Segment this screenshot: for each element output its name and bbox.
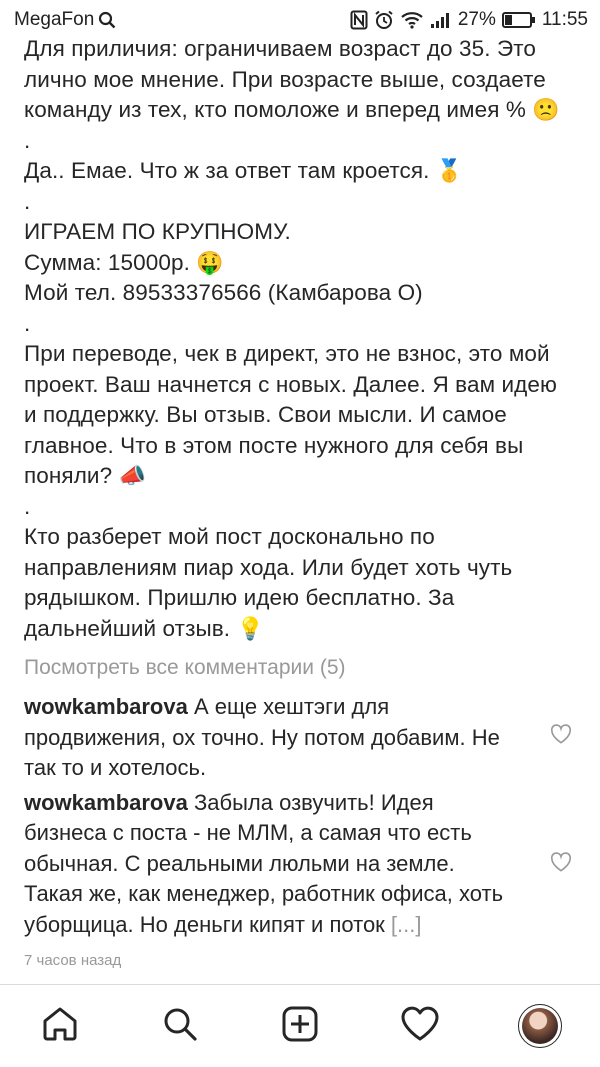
nav-profile-button[interactable] xyxy=(510,996,570,1056)
nfc-icon xyxy=(350,10,368,30)
battery-icon xyxy=(501,11,536,29)
signal-icon xyxy=(430,11,452,29)
caption-line: При переводе, чек в директ, это не взнос… xyxy=(24,341,564,488)
comment-username[interactable]: wowkambarova xyxy=(24,790,188,815)
nav-search-button[interactable] xyxy=(150,996,210,1056)
caption-dot: . xyxy=(24,493,31,519)
frowning-face-emoji: 🙁 xyxy=(532,97,560,122)
megaphone-emoji: 📣 xyxy=(118,463,147,488)
caption-line: Сумма: 15000р. xyxy=(24,249,197,275)
caption-line: Да.. Емае. Что ж за ответ там кроется. xyxy=(24,158,436,183)
view-all-comments-link[interactable]: Посмотреть все комментарии (5) xyxy=(0,654,600,682)
post-timestamp: 7 часов назад xyxy=(24,952,122,969)
comment-username[interactable]: wowkambarova xyxy=(24,694,188,719)
caption-line: Мой тел. 89533376566 (Камбарова О) xyxy=(24,280,423,305)
profile-avatar-ring xyxy=(518,1004,562,1048)
activity-heart-icon xyxy=(399,1004,441,1049)
light-bulb-emoji: 💡 xyxy=(236,615,265,641)
search-icon xyxy=(160,1004,200,1049)
post-caption: Для приличия: ограничиваем возраст до 35… xyxy=(0,34,600,644)
alarm-icon xyxy=(374,10,394,30)
status-bar-right: 27% 11:55 xyxy=(350,9,588,31)
add-post-icon xyxy=(280,1004,320,1049)
search-icon xyxy=(98,11,116,29)
comment-item: wowkambarova Забыла озвучить! Идея бизне… xyxy=(0,788,600,941)
caption-line: ИГРАЕМ ПО КРУПНОМУ. xyxy=(24,219,291,244)
money-mouth-emoji: 🤑 xyxy=(196,249,224,275)
wifi-icon xyxy=(400,11,424,29)
comment-more-link[interactable]: [...] xyxy=(391,912,422,937)
like-comment-icon[interactable] xyxy=(550,722,572,753)
caption-dot: . xyxy=(24,310,31,336)
nav-new-post-button[interactable] xyxy=(270,996,330,1056)
caption-dot: . xyxy=(24,127,31,153)
caption-line: Для приличия: ограничиваем возраст до 35… xyxy=(24,36,553,122)
profile-avatar xyxy=(522,1008,558,1044)
status-bar-left: MegaFon xyxy=(14,9,116,31)
comment-item: wowkambarova А еще хештэги для продвижен… xyxy=(0,692,600,784)
battery-percent: 27% xyxy=(457,9,496,30)
caption-dot: . xyxy=(24,188,31,214)
like-comment-icon[interactable] xyxy=(550,850,572,881)
home-icon xyxy=(40,1004,80,1049)
carrier-name: MegaFon xyxy=(14,9,95,30)
nav-activity-button[interactable] xyxy=(390,996,450,1056)
medal-emoji: 🥇 xyxy=(435,158,464,183)
caption-line: Кто разберет мой пост досконально по нап… xyxy=(24,524,519,641)
clock: 11:55 xyxy=(541,9,588,30)
nav-home-button[interactable] xyxy=(30,996,90,1056)
post-content: Для приличия: ограничиваем возраст до 35… xyxy=(0,34,600,969)
bottom-navigation xyxy=(0,984,600,1067)
